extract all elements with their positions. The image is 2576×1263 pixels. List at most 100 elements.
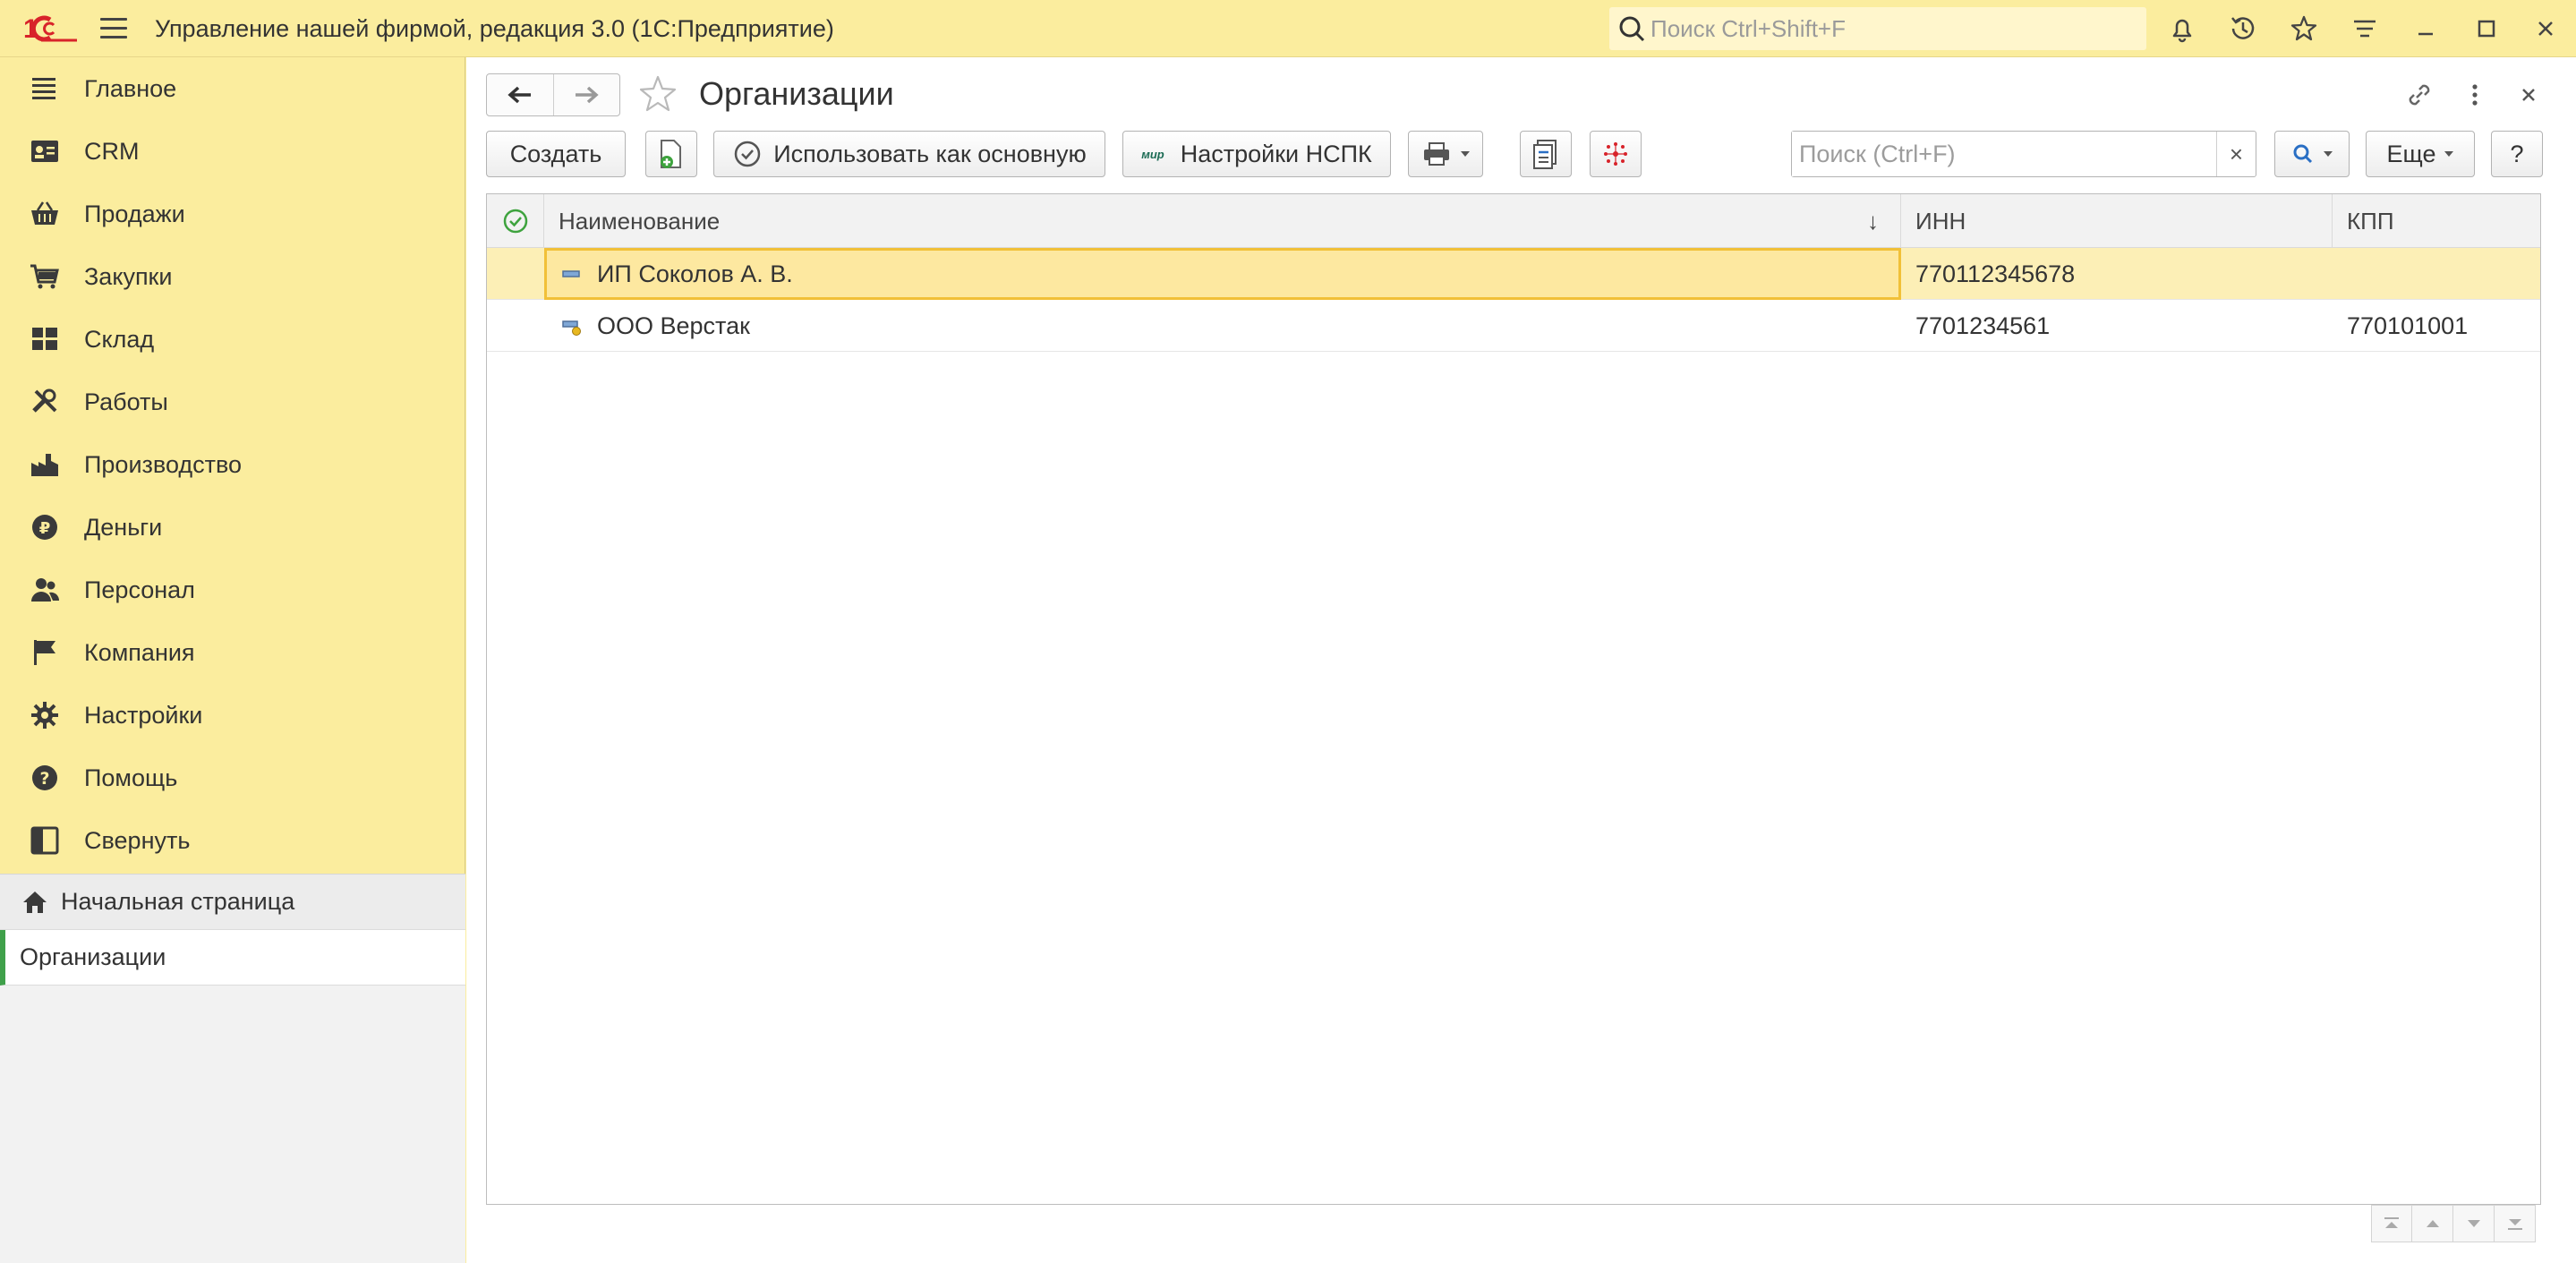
sidebar-item-money[interactable]: ₽ Деньги: [0, 496, 465, 559]
sidebar-item-warehouse[interactable]: Склад: [0, 308, 465, 371]
search-options-button[interactable]: [2274, 131, 2350, 177]
column-header-label: КПП: [2347, 207, 2394, 235]
sidebar-item-personnel[interactable]: Персонал: [0, 559, 465, 621]
sidebar-item-label: Главное: [84, 74, 177, 102]
sidebar-item-sales[interactable]: Продажи: [0, 183, 465, 245]
title-bar: 1 Управление нашей фирмой, редакция 3.0 …: [0, 0, 2576, 57]
help-button-label: ?: [2510, 140, 2524, 167]
column-header-label: Наименование: [559, 207, 721, 235]
scroll-up-button[interactable]: [2412, 1205, 2453, 1242]
inn-cell: 770112345678: [1915, 260, 2076, 287]
organizations-table[interactable]: Наименование ↓ ИНН КПП ИП Соколов А. В. …: [486, 193, 2541, 1205]
functions-menu-icon[interactable]: [2349, 13, 2381, 45]
people-icon: [27, 572, 63, 608]
name-cell[interactable]: ООО Верстак: [544, 300, 1901, 352]
nspk-settings-button[interactable]: мир Настройки НСПК: [1122, 131, 1391, 177]
print-button[interactable]: [1408, 131, 1483, 177]
list-search: ×: [1791, 131, 2256, 177]
maximize-icon[interactable]: [2470, 13, 2503, 45]
table-row[interactable]: ИП Соколов А. В. 770112345678: [487, 248, 2540, 300]
check-circle-icon: [735, 141, 761, 167]
inn-cell: 7701234561: [1915, 311, 2051, 339]
arrow-left-icon: [508, 86, 531, 104]
column-header-label: ИНН: [1915, 207, 1966, 235]
sidebar-item-collapse[interactable]: Свернуть: [0, 809, 465, 872]
create-button-label: Создать: [509, 140, 602, 167]
minimize-icon[interactable]: [2410, 13, 2442, 45]
link-icon[interactable]: [2401, 77, 2437, 113]
ruble-icon: ₽: [27, 509, 63, 545]
more-vertical-icon[interactable]: [2457, 77, 2493, 113]
arrow-up-icon: [2426, 1220, 2439, 1227]
sidebar-item-label: Компания: [84, 638, 195, 666]
column-header-inn[interactable]: ИНН: [1901, 194, 2333, 248]
main-menu-icon[interactable]: [100, 18, 127, 39]
help-button[interactable]: ?: [2491, 131, 2543, 177]
arrow-down-icon: [2467, 1220, 2480, 1227]
sidebar-item-crm[interactable]: CRM: [0, 120, 465, 183]
cart-icon: [27, 259, 63, 294]
list-search-input[interactable]: [1792, 132, 2216, 176]
scroll-to-top-button[interactable]: [2371, 1205, 2412, 1242]
create-copy-button[interactable]: [645, 131, 697, 177]
column-header-name[interactable]: Наименование ↓: [544, 194, 1901, 248]
list-icon: [27, 71, 63, 107]
sidebar-item-works[interactable]: Работы: [0, 371, 465, 433]
sidebar-item-label: Производство: [84, 450, 243, 478]
svg-text:₽: ₽: [39, 519, 51, 538]
more-button[interactable]: Еще: [2366, 131, 2475, 177]
sidebar-item-label: Настройки: [84, 701, 203, 729]
home-icon: [23, 891, 47, 913]
sidebar-item-label: Деньги: [84, 513, 163, 541]
create-button[interactable]: Создать: [486, 131, 626, 177]
global-search[interactable]: [1609, 7, 2146, 50]
copy-add-icon: [661, 140, 681, 168]
app-title: Управление нашей фирмой, редакция 3.0 (1…: [155, 15, 834, 42]
open-window-home[interactable]: Начальная страница: [0, 875, 465, 930]
open-window-organizations[interactable]: Организации: [0, 930, 465, 986]
column-header-kpp[interactable]: КПП: [2333, 194, 2540, 248]
contact-card-icon: [27, 133, 63, 169]
forward-button[interactable]: [552, 74, 620, 115]
report-button[interactable]: [1520, 131, 1572, 177]
collapse-panel-icon: [27, 823, 63, 858]
flag-icon: [27, 635, 63, 670]
global-search-input[interactable]: [1647, 14, 2146, 43]
kpp-cell: [2347, 248, 2540, 300]
organization-item-icon: [562, 270, 580, 277]
history-icon[interactable]: [2227, 13, 2259, 45]
sidebar-item-production[interactable]: Производство: [0, 433, 465, 496]
search-clear-button[interactable]: ×: [2216, 132, 2256, 176]
page-title: Организации: [699, 75, 894, 112]
structure-button[interactable]: [1590, 131, 1642, 177]
use-as-main-button[interactable]: Использовать как основную: [713, 131, 1105, 177]
sidebar-item-label: Персонал: [84, 576, 195, 603]
tools-icon: [27, 384, 63, 420]
name-cell[interactable]: ИП Соколов А. В.: [544, 248, 1901, 300]
factory-icon: [27, 447, 63, 482]
dropdown-caret-icon: [2444, 151, 2454, 157]
sidebar-item-help[interactable]: ? Помощь: [0, 747, 465, 809]
arrow-right-icon: [576, 86, 599, 104]
scroll-to-bottom-button[interactable]: [2495, 1205, 2536, 1242]
table-row[interactable]: ООО Верстак 7701234561 770101001: [487, 300, 2540, 352]
sidebar-item-company[interactable]: Компания: [0, 621, 465, 684]
back-button[interactable]: [487, 74, 553, 115]
sort-arrow-icon: ↓: [1867, 207, 1879, 235]
table-header: Наименование ↓ ИНН КПП: [487, 194, 2540, 248]
main-org-column-header[interactable]: [487, 194, 544, 248]
close-app-icon[interactable]: [2529, 13, 2562, 45]
sidebar-item-purchases[interactable]: Закупки: [0, 245, 465, 308]
sidebar-item-settings[interactable]: Настройки: [0, 684, 465, 747]
add-to-favorites-star-icon[interactable]: [635, 72, 681, 118]
scroll-down-button[interactable]: [2453, 1205, 2495, 1242]
sidebar-item-main[interactable]: Главное: [0, 57, 465, 120]
help-icon: ?: [27, 760, 63, 796]
organization-name: ООО Верстак: [597, 311, 750, 339]
more-button-label: Еще: [2386, 140, 2436, 167]
mir-logo-icon: мир: [1141, 147, 1164, 161]
sidebar-item-label: Помощь: [84, 764, 178, 791]
bell-icon[interactable]: [2166, 13, 2198, 45]
close-form-icon[interactable]: [2511, 77, 2546, 113]
favorites-star-icon[interactable]: [2288, 13, 2320, 45]
